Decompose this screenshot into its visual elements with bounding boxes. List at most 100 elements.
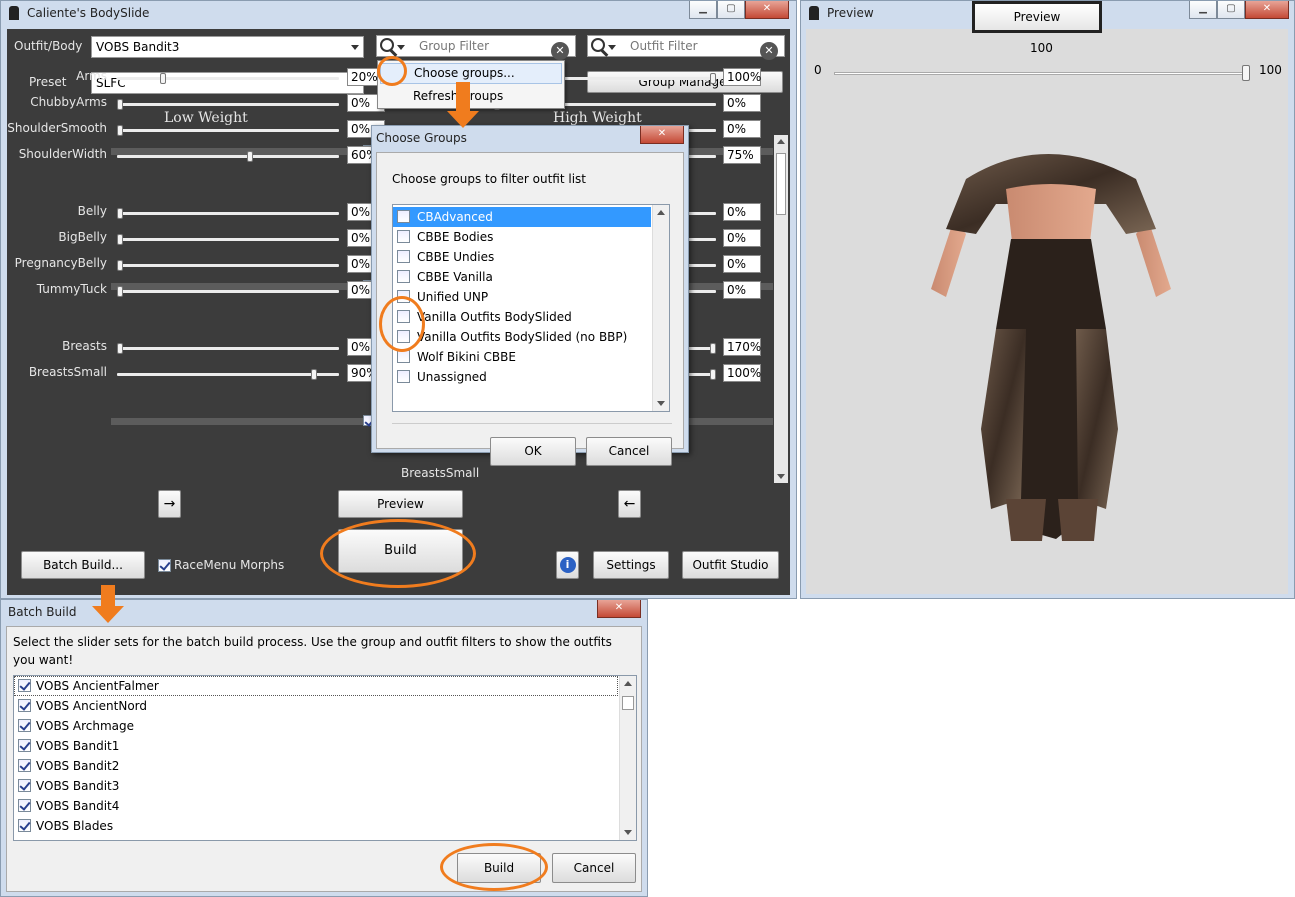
batch-outfit-checkbox[interactable] [18, 679, 31, 692]
search-icon[interactable] [591, 38, 605, 52]
high-slider-knob[interactable] [710, 343, 716, 354]
group-list-item[interactable]: Wolf Bikini CBBE [393, 347, 651, 367]
preview-close-button[interactable]: ✕ [1245, 1, 1289, 19]
group-list-item[interactable]: CBBE Vanilla [393, 267, 651, 287]
high-value-field[interactable]: 100% [723, 364, 761, 382]
scroll-thumb[interactable] [776, 153, 786, 215]
low-slider-track[interactable] [117, 347, 339, 350]
group-checkbox[interactable] [397, 270, 410, 283]
group-list-item[interactable]: Unified UNP [393, 287, 651, 307]
minimize-button[interactable]: ▁ [689, 1, 717, 19]
low-slider-knob[interactable] [117, 260, 123, 271]
batch-outfit-item[interactable]: VOBS Blades [14, 816, 618, 836]
scroll-up-icon[interactable] [777, 139, 785, 144]
high-slider-knob[interactable] [710, 369, 716, 380]
high-value-field[interactable]: 0% [723, 255, 761, 273]
group-list-item[interactable]: Unassigned [393, 367, 651, 387]
scroll-up-icon[interactable] [624, 681, 632, 686]
scroll-down-icon[interactable] [657, 401, 665, 406]
scroll-down-icon[interactable] [624, 830, 632, 835]
group-checkbox[interactable] [397, 210, 410, 223]
group-list-item[interactable]: Vanilla Outfits BodySlided [393, 307, 651, 327]
group-checkbox[interactable] [397, 230, 410, 243]
low-slider-track[interactable] [117, 264, 339, 267]
low-slider-track[interactable] [117, 373, 339, 376]
batch-outfit-checkbox[interactable] [18, 779, 31, 792]
group-checkbox[interactable] [397, 250, 410, 263]
group-list-item[interactable]: Vanilla Outfits BodySlided (no BBP) [393, 327, 651, 347]
outfit-studio-button[interactable]: Outfit Studio [682, 551, 779, 579]
batch-outfit-checklist[interactable]: VOBS AncientFalmer VOBS AncientNord VOBS A… [13, 675, 637, 841]
menu-item-refresh-groups[interactable]: Refresh groups [380, 86, 562, 107]
high-value-field[interactable]: 0% [723, 203, 761, 221]
high-value-field[interactable]: 0% [723, 120, 761, 138]
batch-outfit-checkbox[interactable] [18, 799, 31, 812]
search-icon[interactable] [380, 38, 394, 52]
batch-cancel-button[interactable]: Cancel [552, 853, 636, 883]
copy-right-button[interactable]: → [158, 490, 181, 518]
outfit-select[interactable]: VOBS Bandit3 [91, 36, 364, 58]
close-button[interactable]: ✕ [745, 1, 789, 19]
batch-outfit-item[interactable]: VOBS Bandit3 [14, 776, 618, 796]
maximize-button[interactable]: ▢ [717, 1, 745, 19]
low-slider-knob[interactable] [311, 369, 318, 380]
low-slider-knob[interactable] [117, 99, 123, 110]
preset-select[interactable]: SLFC [91, 72, 364, 94]
preview-minimize-button[interactable]: ▁ [1189, 1, 1217, 19]
groups-checklist[interactable]: CBAdvanced CBBE Bodies CBBE Undies CBBE Van… [392, 204, 670, 412]
outfit-filter-input[interactable]: Outfit Filter ✕ [587, 35, 785, 60]
scroll-down-icon[interactable] [777, 474, 785, 479]
groups-scrollbar[interactable] [652, 205, 669, 411]
group-checkbox[interactable] [397, 370, 410, 383]
batch-outfit-checkbox[interactable] [18, 719, 31, 732]
low-slider-track[interactable] [117, 212, 339, 215]
high-value-field[interactable]: 0% [723, 94, 761, 112]
batch-build-close-button[interactable]: ✕ [597, 600, 641, 618]
settings-button[interactable]: Settings [593, 551, 669, 579]
low-slider-knob[interactable] [117, 234, 123, 245]
scroll-thumb[interactable] [622, 696, 634, 710]
batch-outfit-item[interactable]: VOBS AncientFalmer [14, 676, 618, 696]
racemenu-morphs-checkbox[interactable] [158, 559, 171, 572]
copy-left-button[interactable]: ← [618, 490, 641, 518]
high-value-field[interactable]: 170% [723, 338, 761, 356]
menu-item-choose-groups[interactable]: Choose groups... [380, 63, 562, 84]
group-list-item[interactable]: CBAdvanced [393, 207, 651, 227]
low-slider-track[interactable] [117, 238, 339, 241]
low-slider-track[interactable] [117, 290, 339, 293]
clear-icon[interactable]: ✕ [760, 42, 778, 60]
low-slider-track[interactable] [117, 155, 339, 158]
low-slider-track[interactable] [117, 103, 339, 106]
batch-build-button[interactable]: Batch Build... [21, 551, 145, 579]
low-slider-track[interactable] [117, 77, 339, 80]
batch-outfit-checkbox[interactable] [18, 819, 31, 832]
ok-button[interactable]: OK [490, 437, 576, 466]
choose-groups-close-button[interactable]: ✕ [640, 126, 684, 144]
high-value-field[interactable]: 100% [723, 68, 761, 86]
high-value-field[interactable]: 75% [723, 146, 761, 164]
low-slider-knob[interactable] [246, 151, 253, 162]
low-slider-knob[interactable] [117, 125, 123, 136]
high-value-field[interactable]: 0% [723, 229, 761, 247]
high-slider-knob[interactable] [710, 73, 716, 84]
clear-icon[interactable]: ✕ [551, 42, 569, 60]
batch-outfit-checkbox[interactable] [18, 739, 31, 752]
low-slider-knob[interactable] [117, 208, 123, 219]
group-list-item[interactable]: CBBE Undies [393, 247, 651, 267]
low-slider-track[interactable] [117, 129, 339, 132]
scroll-up-icon[interactable] [657, 210, 665, 215]
preview-button[interactable]: Preview [338, 490, 463, 518]
batch-outfit-checkbox[interactable] [18, 759, 31, 772]
high-value-field[interactable]: 0% [723, 281, 761, 299]
info-button[interactable]: i [556, 551, 579, 579]
low-slider-knob[interactable] [117, 343, 123, 354]
batch-outfit-item[interactable]: VOBS Bandit4 [14, 796, 618, 816]
slider-scrollbar[interactable] [774, 135, 788, 483]
low-slider-knob[interactable] [117, 286, 123, 297]
preview-maximize-button[interactable]: ▢ [1217, 1, 1245, 19]
low-slider-knob[interactable] [160, 73, 167, 84]
batch-outfit-item[interactable]: VOBS AncientNord [14, 696, 618, 716]
batch-outfit-item[interactable]: VOBS Archmage [14, 716, 618, 736]
batch-scrollbar[interactable] [619, 676, 636, 840]
batch-outfit-checkbox[interactable] [18, 699, 31, 712]
